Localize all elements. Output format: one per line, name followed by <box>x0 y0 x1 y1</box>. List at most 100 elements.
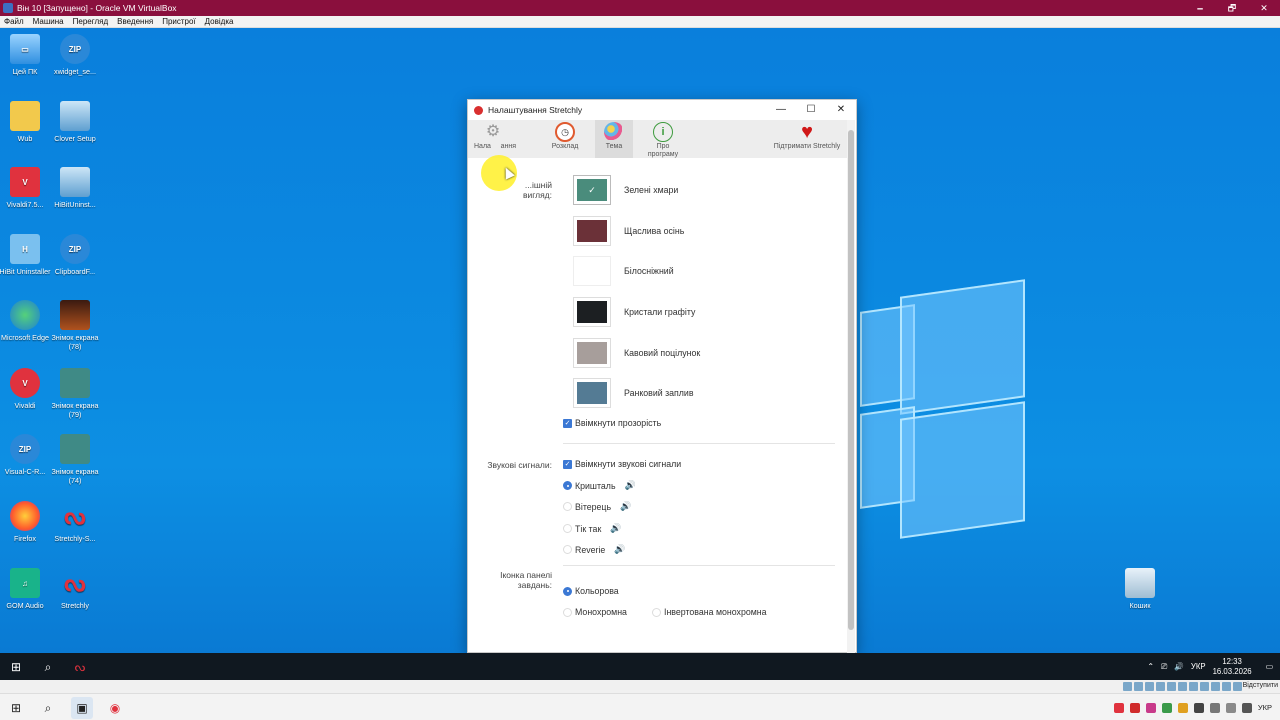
tab-theme[interactable]: Тема <box>595 120 633 158</box>
volume-icon[interactable] <box>1241 702 1252 713</box>
audio-icon[interactable] <box>1145 682 1154 691</box>
theme-morning-swim[interactable]: Ранковий заплив <box>573 376 694 410</box>
virtualbox-taskbar-icon[interactable]: ▣ <box>71 697 93 719</box>
desktop-icon-hibit[interactable]: H HiBit Uninstaller <box>0 234 51 276</box>
menu-view[interactable]: Перегляд <box>73 17 109 26</box>
gom-audio-icon: ♫ <box>10 568 40 598</box>
network-icon[interactable] <box>1156 682 1165 691</box>
minimize-button[interactable]: 🗕 <box>1184 0 1216 16</box>
search-icon[interactable]: ⌕ <box>38 657 58 677</box>
app-tray-icon[interactable] <box>1161 702 1172 713</box>
close-button[interactable]: ✕ <box>826 100 856 120</box>
sound-option-tick-tock[interactable]: Тік так 🔊 <box>563 523 622 534</box>
volume-icon[interactable]: 🔊 <box>1174 662 1184 671</box>
theme-graphite-crystals[interactable]: Кристали графіту <box>573 295 695 329</box>
theme-swatch[interactable] <box>573 297 611 327</box>
desktop-icon-screenshot-74[interactable]: Знімок екрана (74) <box>49 434 101 485</box>
theme-swatch[interactable] <box>573 338 611 368</box>
desktop-icon-stretchly-setup[interactable]: ᔓ Stretchly-S... <box>49 501 101 543</box>
sounds-enable-checkbox[interactable]: ✓ Ввімкнути звукові сигнали <box>563 459 681 469</box>
clock[interactable]: 12:33 16.03.2026 <box>1213 657 1252 677</box>
sound-option-reverie[interactable]: Reverie 🔊 <box>563 544 626 555</box>
desktop-icon-visual-c[interactable]: ZIP Visual-C-R... <box>0 434 51 476</box>
desktop-icon-recycle-bin[interactable]: Кошик <box>1114 568 1166 610</box>
scrollbar-thumb[interactable] <box>848 130 854 630</box>
start-button[interactable]: ⊞ <box>6 657 26 677</box>
app-tray-icon[interactable] <box>1145 702 1156 713</box>
desktop-icon-vivaldi[interactable]: V Vivaldi <box>0 368 51 410</box>
recording-icon[interactable] <box>1200 682 1209 691</box>
microphone-icon[interactable] <box>1193 702 1204 713</box>
desktop-icon-stretchly[interactable]: ᔓ Stretchly <box>49 568 101 610</box>
cpu-icon[interactable] <box>1211 682 1220 691</box>
language-indicator[interactable]: УКР <box>1191 662 1206 671</box>
theme-swatch[interactable]: ✓ <box>573 175 611 205</box>
desktop-icon-clipboard[interactable]: ZIP ClipboardF... <box>49 234 101 276</box>
desktop-icon-gom-audio[interactable]: ♫ GOM Audio <box>0 568 51 610</box>
optical-drive-icon[interactable] <box>1134 682 1143 691</box>
desktop-icon-xwidget[interactable]: ZIP xwidget_se... <box>49 34 101 76</box>
tray-icon-inverted-monochrome[interactable]: Інвертована монохромна <box>652 607 767 617</box>
host-start-button[interactable]: ⊞ <box>5 697 27 719</box>
desktop-icon-screenshot-78[interactable]: Знімок екрана (78) <box>49 300 101 351</box>
menu-file[interactable]: Файл <box>4 17 24 26</box>
minimize-button[interactable]: — <box>766 100 796 120</box>
stretchly-taskbar-icon[interactable]: ᔓ <box>70 657 90 677</box>
usb-icon[interactable] <box>1167 682 1176 691</box>
host-language-indicator[interactable]: УКР <box>1258 703 1272 712</box>
tray-icon-monochrome[interactable]: Монохромна <box>563 607 627 617</box>
host-stretchly-taskbar-icon[interactable]: ◉ <box>104 697 126 719</box>
speaker-icon[interactable]: 🔊 <box>620 501 631 512</box>
menu-devices[interactable]: Пристрої <box>162 17 195 26</box>
tray-icon-colored[interactable]: Кольорова <box>563 586 619 596</box>
tray-icon-label: Іконка панелі завдань: <box>500 570 552 590</box>
tab-about[interactable]: i Про програму <box>642 120 684 158</box>
desktop-icon-firefox[interactable]: Firefox <box>0 501 51 543</box>
close-button[interactable]: ✕ <box>1248 0 1280 16</box>
tab-schedule[interactable]: ◷ Розклад <box>546 120 584 158</box>
menu-help[interactable]: Довідка <box>205 17 234 26</box>
tab-settings[interactable]: ⚙ Нала ання <box>474 120 516 158</box>
desktop-icon-clover[interactable]: Clover Setup <box>49 101 101 143</box>
desktop-icon-wub[interactable]: Wub <box>0 101 51 143</box>
maximize-button[interactable]: ☐ <box>796 100 826 120</box>
network-icon[interactable] <box>1209 702 1220 713</box>
notification-icon[interactable]: ▭ <box>1266 662 1273 671</box>
mouse-integration-icon[interactable] <box>1222 682 1231 691</box>
theme-green-clouds[interactable]: ✓ Зелені хмари <box>573 173 678 207</box>
restore-button[interactable]: 🗗 <box>1216 0 1248 16</box>
host-search-icon[interactable]: ⌕ <box>37 697 59 719</box>
desktop-icon-screenshot-79[interactable]: Знімок екрана (79) <box>49 368 101 419</box>
transparency-checkbox[interactable]: ✓ Ввімкнути прозорість <box>563 418 661 428</box>
app-tray-icon[interactable] <box>1129 702 1140 713</box>
theme-swatch[interactable] <box>573 378 611 408</box>
speaker-icon[interactable]: 🔊 <box>610 523 621 534</box>
theme-swatch[interactable] <box>573 256 611 286</box>
desktop-icon-hibit-installer[interactable]: HiBitUninst... <box>49 167 101 209</box>
desktop-icon-edge[interactable]: Microsoft Edge <box>0 300 51 342</box>
support-stretchly-button[interactable]: ♥ Підтримати Stretchly <box>766 120 848 158</box>
shared-folders-icon[interactable] <box>1178 682 1187 691</box>
theme-snow-white[interactable]: Білосніжний <box>573 254 674 288</box>
stretchly-logo-icon <box>474 105 483 115</box>
keyboard-icon[interactable] <box>1233 682 1242 691</box>
settings-tray-icon[interactable] <box>1225 702 1236 713</box>
sound-option-breeze[interactable]: Вітерець 🔊 <box>563 501 631 512</box>
display-icon[interactable] <box>1189 682 1198 691</box>
theme-happy-autumn[interactable]: Щаслива осінь <box>573 214 684 248</box>
sound-option-crystal[interactable]: Кришталь 🔊 <box>563 480 636 491</box>
network-icon[interactable]: ⎚ <box>1161 662 1167 672</box>
speaker-icon[interactable]: 🔊 <box>614 544 625 555</box>
chevron-up-icon[interactable]: ⌃ <box>1147 662 1154 671</box>
menu-input[interactable]: Введення <box>117 17 153 26</box>
desktop-icon-vivaldi-installer[interactable]: V Vivaldi7.5... <box>0 167 51 209</box>
app-tray-icon[interactable] <box>1177 702 1188 713</box>
theme-coffee-kiss[interactable]: Кавовий поцілунок <box>573 336 700 370</box>
speaker-icon[interactable]: 🔊 <box>625 480 636 491</box>
menu-machine[interactable]: Машина <box>33 17 64 26</box>
disk-icon[interactable] <box>1123 682 1132 691</box>
theme-swatch[interactable] <box>573 216 611 246</box>
desktop-icon-this-pc[interactable]: ▭ Цей ПК <box>0 34 51 76</box>
stretchly-tray-icon[interactable] <box>1113 702 1124 713</box>
scrollbar[interactable] <box>847 120 855 653</box>
